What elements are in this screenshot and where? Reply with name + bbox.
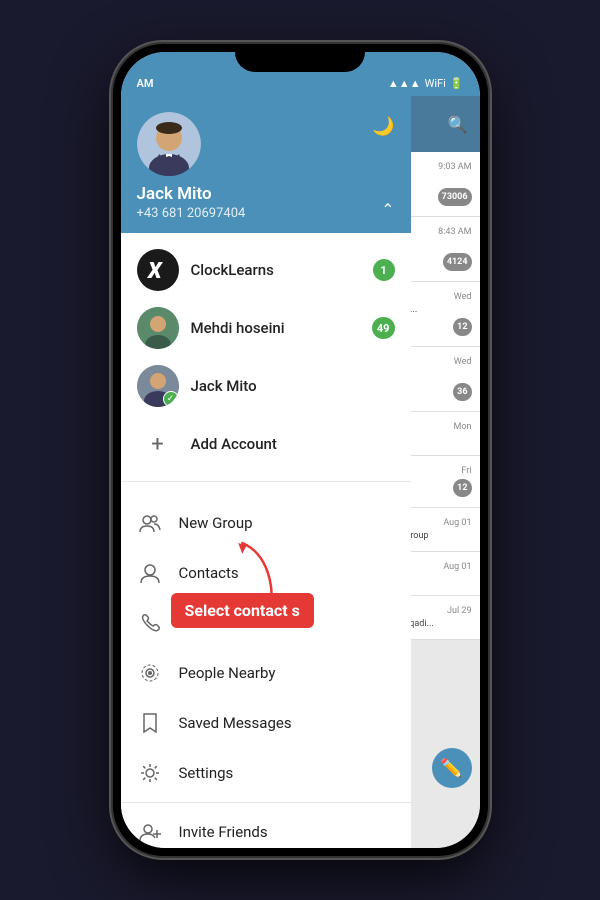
invite-friends-icon (137, 819, 163, 845)
divider-2 (121, 802, 411, 803)
jack-verified-badge: ✓ (163, 391, 179, 407)
menu-label-contacts: Contacts (179, 564, 239, 582)
mehdi-avatar-image (137, 307, 179, 349)
menu-label-calls: Calls (179, 614, 212, 632)
account-avatar-jack: ✓ (137, 365, 179, 407)
account-badge-mehdi: 49 (372, 317, 395, 339)
svg-text:X: X (146, 259, 163, 284)
account-name-clocklearns: ClockLearns (191, 261, 361, 279)
chat-badge-3: 12 (453, 318, 471, 336)
wifi-icon: WiFi (425, 77, 446, 90)
people-nearby-icon (137, 660, 163, 686)
header-icons: 🌙 (372, 116, 394, 137)
menu-item-settings[interactable]: Settings (121, 748, 411, 798)
accounts-section: X ClockLearns 1 (121, 233, 411, 482)
calls-icon (137, 610, 163, 636)
status-icons: ▲▲▲ WiFi 🔋 (388, 77, 464, 90)
avatar-container[interactable] (137, 112, 201, 176)
account-item-clocklearns[interactable]: X ClockLearns 1 (121, 241, 411, 299)
account-item-mehdi[interactable]: Mehdi hoseini 49 (121, 299, 411, 357)
menu-section: New Group Contacts (121, 490, 411, 848)
moon-icon[interactable]: 🌙 (372, 116, 394, 137)
clocklearns-logo: X (144, 256, 172, 284)
compose-fab[interactable]: ✏️ (432, 748, 472, 788)
phone-frame: AM ▲▲▲ WiFi 🔋 🔍 9:03 AM y-... 73006 8:4 (113, 44, 488, 856)
account-avatar-clocklearns: X (137, 249, 179, 291)
add-account-icon: + (137, 423, 179, 465)
chat-badge-4: 36 (453, 383, 471, 401)
menu-label-settings: Settings (179, 764, 234, 782)
account-badge-clocklearns: 1 (373, 259, 395, 281)
menu-item-people-nearby[interactable]: People Nearby (121, 648, 411, 698)
menu-label-invite-friends: Invite Friends (179, 823, 268, 841)
collapse-accounts-icon[interactable]: ⌃ (381, 200, 394, 219)
signal-icon: ▲▲▲ (388, 77, 421, 90)
phone-screen: AM ▲▲▲ WiFi 🔋 🔍 9:03 AM y-... 73006 8:4 (121, 52, 480, 848)
screen-content: 🔍 9:03 AM y-... 73006 8:43 AM -... 4124 … (121, 96, 480, 848)
add-account-item[interactable]: + Add Account (121, 415, 411, 473)
account-item-jack[interactable]: ✓ Jack Mito (121, 357, 411, 415)
account-name-jack: Jack Mito (191, 377, 395, 395)
account-name-mehdi: Mehdi hoseini (191, 319, 360, 337)
settings-icon (137, 760, 163, 786)
menu-item-saved-messages[interactable]: Saved Messages (121, 698, 411, 748)
battery-icon: 🔋 (450, 77, 464, 90)
menu-item-new-group[interactable]: New Group (121, 498, 411, 548)
new-group-icon (137, 510, 163, 536)
chat-badge-2: 4124 (443, 253, 472, 271)
notch (235, 44, 365, 72)
status-time: AM (137, 77, 154, 90)
sidebar-drawer: 🌙 Jack Mito +43 681 20697404 ⌃ X (121, 96, 411, 848)
menu-item-calls[interactable]: Calls (121, 598, 411, 648)
user-avatar-image (137, 112, 201, 176)
user-name: Jack Mito (137, 184, 395, 204)
menu-label-saved-messages: Saved Messages (179, 714, 292, 732)
contacts-icon (137, 560, 163, 586)
sidebar-header-top: 🌙 (137, 112, 395, 176)
chat-badge-1: 73006 (438, 188, 472, 206)
menu-item-contacts[interactable]: Contacts (121, 548, 411, 598)
add-account-label: Add Account (191, 435, 395, 453)
user-phone: +43 681 20697404 (137, 206, 395, 221)
chat-badge-6: 12 (453, 479, 471, 497)
account-avatar-mehdi (137, 307, 179, 349)
menu-label-new-group: New Group (179, 514, 253, 532)
menu-label-people-nearby: People Nearby (179, 664, 276, 682)
sidebar-header: 🌙 Jack Mito +43 681 20697404 ⌃ (121, 96, 411, 233)
search-icon[interactable]: 🔍 (448, 115, 468, 134)
menu-item-invite-friends[interactable]: Invite Friends (121, 807, 411, 848)
saved-messages-icon (137, 710, 163, 736)
